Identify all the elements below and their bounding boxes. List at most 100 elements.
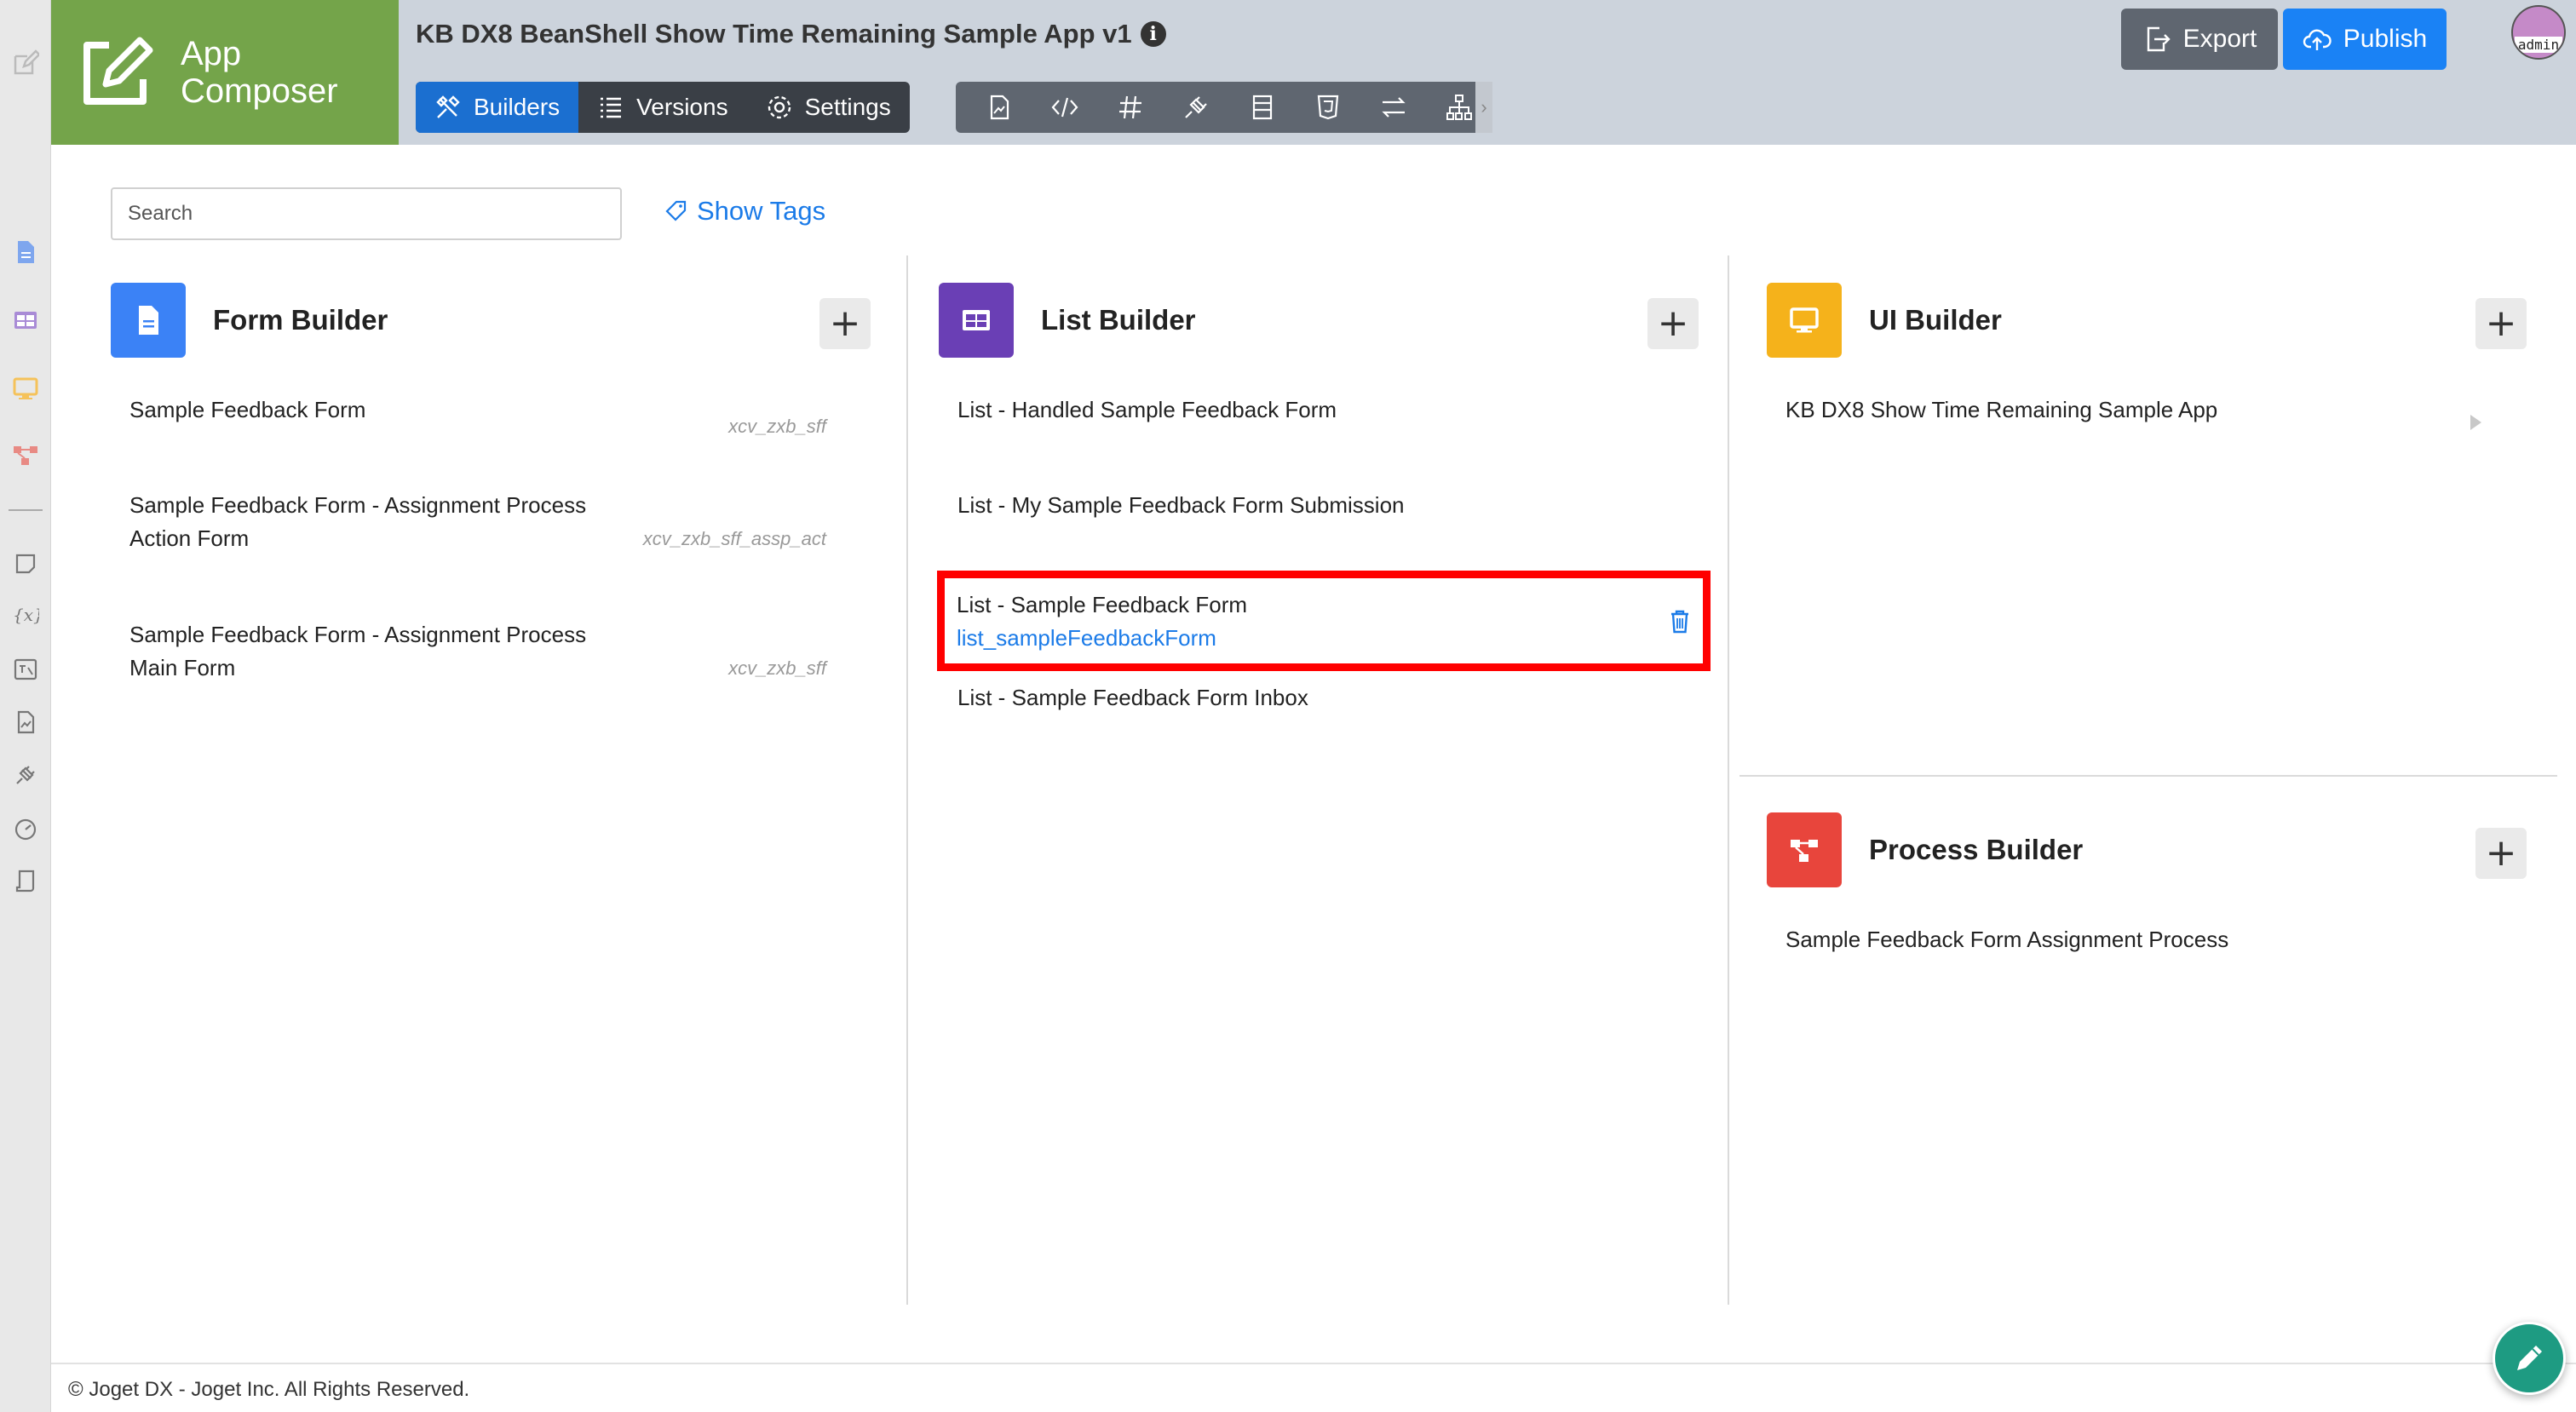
export-icon [2147,26,2171,52]
process-builder-icon[interactable] [1767,812,1842,887]
quick-edit-button[interactable] [2493,1322,2566,1395]
logo-text: App Composer [181,35,338,110]
process-builder-nav-icon[interactable] [9,438,43,472]
list-item[interactable]: List - My Sample Feedback Form Submissio… [957,489,1405,522]
show-tags-label: Show Tags [697,196,826,226]
expand-arrow-icon[interactable] [2470,415,2481,430]
note-icon[interactable] [9,547,43,581]
list-builder-title: List Builder [1041,304,1196,336]
tool-hash[interactable] [1098,82,1164,133]
tab-settings-label: Settings [804,94,891,120]
process-builder-title: Process Builder [1869,834,2084,865]
list-item[interactable]: List - Handled Sample Feedback Form [957,393,1337,427]
form-item-id: xcv_zxb_sff [728,416,826,437]
show-tags-link[interactable]: Show Tags [664,196,825,227]
section-divider [1739,775,2557,777]
form-item-name: Sample Feedback Form - Assignment Proces… [129,622,587,647]
list-builder-nav-icon[interactable] [9,303,43,337]
form-item-id: xcv_zxb_sff_assp_act [642,528,826,549]
tool-transfer[interactable] [1361,82,1427,133]
column-divider [1728,255,1729,1305]
export-button[interactable]: Export [2121,9,2278,70]
main-tabs: Builders Versions Settings [416,82,910,133]
form-item-name: Sample Feedback Form [129,397,366,422]
trash-icon[interactable] [1667,607,1693,634]
tab-settings[interactable]: Settings [747,82,910,133]
info-icon[interactable]: i [1140,21,1166,47]
ui-builder-title: UI Builder [1869,304,2002,336]
tab-versions[interactable]: Versions [578,82,746,133]
export-label: Export [2182,25,2257,53]
tab-builders-label: Builders [474,94,561,120]
column-divider [906,255,908,1305]
tab-versions-label: Versions [636,94,728,120]
svg-text:{x}: {x} [13,605,39,625]
ui-builder-header: UI Builder [1767,283,2002,358]
tool-table[interactable] [1229,82,1295,133]
left-sidebar: {x} [0,0,51,1412]
tool-html[interactable] [1295,82,1360,133]
transfer-icon [1382,97,1406,118]
avatar[interactable]: admin [2511,5,2566,60]
add-process-button[interactable]: + [2475,828,2527,879]
variables-icon[interactable]: {x} [9,598,43,632]
form-item-name-line2: Action Form [129,525,250,551]
form-builder-icon[interactable] [111,283,186,358]
tag-icon [665,200,687,221]
plugin-icon[interactable] [9,758,43,792]
tool-code[interactable] [1032,82,1097,133]
add-form-button[interactable]: + [819,298,871,349]
list-item[interactable]: List - Sample Feedback Form Inbox [957,681,1308,715]
tool-page[interactable] [966,82,1032,133]
list-item[interactable]: Sample Feedback Form Assignment Process [1785,923,2228,956]
code-icon [1051,97,1078,118]
monitor-icon [1790,307,1819,333]
form-item-name-line2: Main Form [129,655,236,680]
app-composer-logo[interactable]: App Composer [51,0,399,145]
page-icon [990,95,1009,120]
list-item[interactable]: Sample Feedback Form [129,393,365,427]
sitemap-icon [1446,95,1473,120]
html5-icon [1317,95,1339,120]
process-builder-header: Process Builder [1767,812,2083,887]
form-item-id: xcv_zxb_sff [728,657,826,679]
publish-button[interactable]: Publish [2283,9,2447,70]
footer: © Joget DX - Joget Inc. All Rights Reser… [51,1363,2576,1412]
plug-icon [1185,96,1208,118]
list-item[interactable]: Sample Feedback Form - Assignment Proces… [129,618,586,685]
cloud-upload-icon [2303,29,2332,50]
report-icon[interactable] [9,705,43,739]
pencil-icon [2517,1346,2542,1370]
logo-line2: Composer [181,72,338,110]
hash-icon [1119,95,1142,119]
list-item-id-link[interactable]: list_sampleFeedbackForm [957,622,1216,655]
form-item-name: Sample Feedback Form - Assignment Proces… [129,492,587,518]
list-item[interactable]: KB DX8 Show Time Remaining Sample App [1785,393,2217,427]
publish-label: Publish [2343,25,2428,53]
form-builder-title: Form Builder [213,304,388,336]
translate-icon[interactable] [9,652,43,686]
form-builder-header: Form Builder [111,283,388,358]
list-builder-icon[interactable] [939,283,1014,358]
edit-app-icon[interactable] [9,46,43,80]
avatar-label: admin [2514,37,2563,53]
table-grid-icon [963,310,990,330]
performance-icon[interactable] [9,811,43,845]
list-item[interactable]: Sample Feedback Form - Assignment Proces… [129,489,586,555]
add-list-button[interactable]: + [1647,298,1699,349]
add-ui-button[interactable]: + [2475,298,2527,349]
search-input[interactable] [111,187,622,240]
list-item-name: List - Sample Feedback Form [957,592,1248,617]
logs-icon[interactable] [9,864,43,898]
ui-builder-nav-icon[interactable] [9,371,43,405]
ui-builder-icon[interactable] [1767,283,1842,358]
app-title-text: KB DX8 BeanShell Show Time Remaining Sam… [416,19,1132,49]
toolbar-more-chevron-icon[interactable]: › [1475,82,1492,133]
form-builder-nav-icon[interactable] [9,235,43,269]
list-item-highlighted[interactable]: List - Sample Feedback Form list_sampleF… [937,571,1711,671]
tab-builders[interactable]: Builders [416,82,579,133]
footer-copyright: © Joget DX - Joget Inc. All Rights Reser… [68,1378,470,1401]
tool-plugin[interactable] [1164,82,1229,133]
document-icon [139,306,158,335]
edit-square-icon [83,37,153,105]
